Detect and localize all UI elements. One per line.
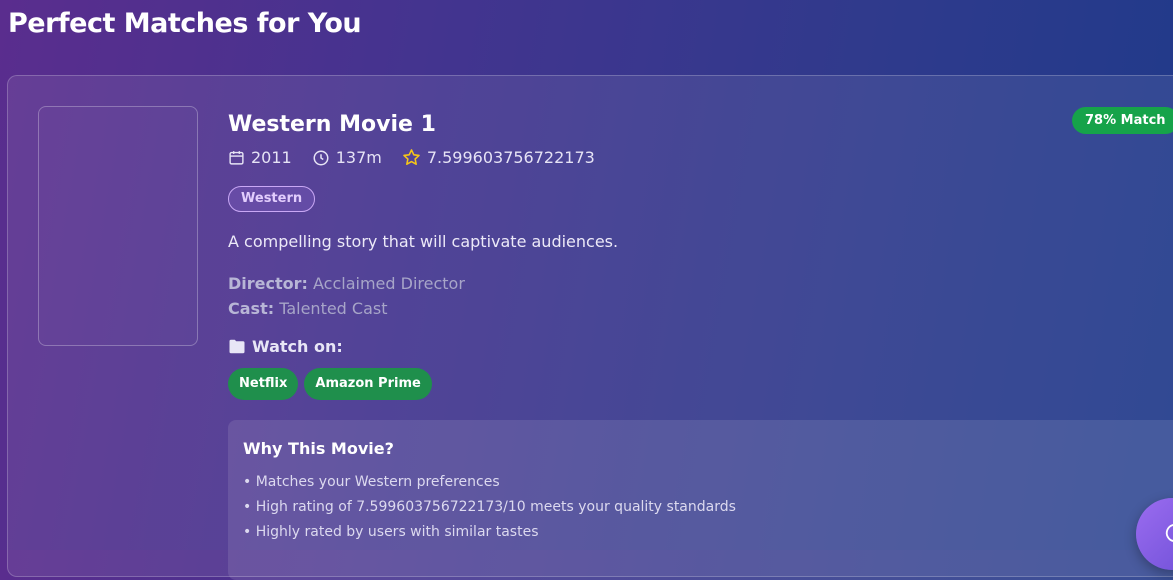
movie-year: 2011 <box>228 148 292 167</box>
director-label: Director: <box>228 274 308 293</box>
provider-list: Netflix Amazon Prime <box>228 368 432 400</box>
reason-item: • Highly rated by users with similar tas… <box>243 524 539 540</box>
movie-meta: 2011 137m 7.599603756722173 <box>228 148 595 167</box>
why-this-movie-box: Why This Movie? • Matches your Western p… <box>228 420 1173 580</box>
director-value: Acclaimed Director <box>313 274 465 293</box>
movie-rating: 7.599603756722173 <box>402 148 595 167</box>
why-title: Why This Movie? <box>243 439 394 458</box>
watch-on-text: Watch on: <box>252 337 343 356</box>
movie-credits: Director: Acclaimed Director Cast: Talen… <box>228 271 465 321</box>
cast-value: Talented Cast <box>279 299 388 318</box>
genre-tag[interactable]: Western <box>228 186 316 212</box>
movie-runtime: 137m <box>312 148 382 167</box>
movie-rating-value: 7.599603756722173 <box>426 148 595 167</box>
reason-item: • Matches your Western preferences <box>243 474 500 490</box>
star-icon <box>403 149 420 166</box>
movie-description: A compelling story that will captivate a… <box>228 232 619 251</box>
reason-item: • High rating of 7.599603756722173/10 me… <box>243 499 736 515</box>
chat-icon <box>1165 524 1173 542</box>
page-title: Perfect Matches for You <box>8 8 362 39</box>
movie-card[interactable]: Western Movie 1 2011 137m 7.599603756722… <box>7 75 1173 580</box>
movie-runtime-value: 137m <box>335 148 382 167</box>
clock-icon <box>313 150 329 165</box>
movie-poster <box>38 106 198 346</box>
director-row: Director: Acclaimed Director <box>228 271 465 296</box>
watch-on-label: Watch on: <box>228 337 343 356</box>
movie-year-value: 2011 <box>251 148 292 167</box>
cast-label: Cast: <box>228 299 275 318</box>
calendar-icon <box>229 151 244 165</box>
movie-title: Western Movie 1 <box>228 112 436 137</box>
cast-row: Cast: Talented Cast <box>228 296 465 321</box>
reason-list: • Matches your Western preferences • Hig… <box>243 470 736 545</box>
folder-icon <box>229 339 245 354</box>
provider-amazon-prime[interactable]: Amazon Prime <box>304 368 432 400</box>
provider-netflix[interactable]: Netflix <box>228 368 299 400</box>
match-badge: 78% Match <box>1072 107 1173 134</box>
